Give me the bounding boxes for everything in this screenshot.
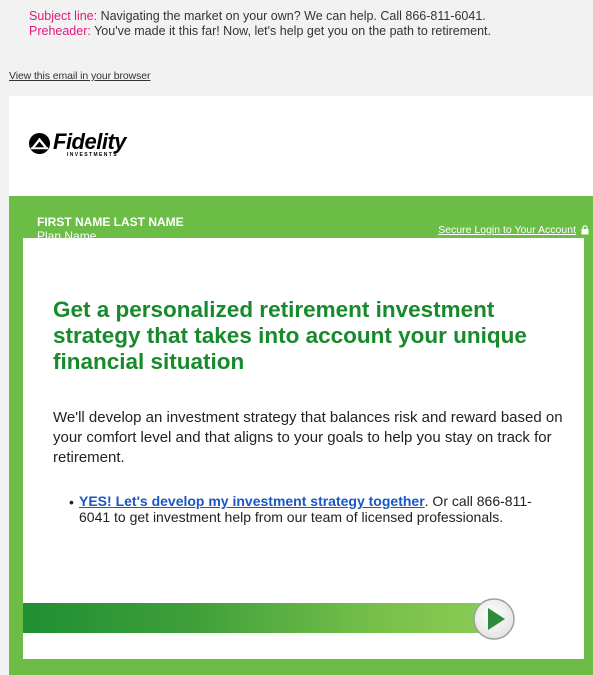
- subject-line: Subject line: Navigating the market on y…: [29, 9, 589, 24]
- bullet-dot: •: [69, 494, 74, 510]
- preheader-label: Preheader:: [29, 24, 91, 38]
- subject-label: Subject line:: [29, 9, 98, 23]
- cta-list-item: • YES! Let's develop my investment strat…: [69, 493, 559, 525]
- gradient-bar: [23, 603, 499, 633]
- preheader-line: Preheader: You've made it this far! Now,…: [29, 24, 589, 39]
- logo-brand: Fidelity: [53, 129, 127, 154]
- body-paragraph: We'll develop an investment strategy tha…: [53, 409, 563, 466]
- subject-text: Navigating the market on your own? We ca…: [97, 9, 486, 23]
- recipient-name: FIRST NAME LAST NAME: [37, 215, 184, 229]
- logo-wordmark: Fidelity INVESTMENTS: [53, 129, 127, 159]
- headline: Get a personalized retirement investment…: [53, 297, 527, 374]
- logo-area: Fidelity INVESTMENTS: [9, 96, 593, 196]
- secure-login-link[interactable]: Secure Login to Your Account: [438, 224, 576, 236]
- fidelity-logo[interactable]: Fidelity INVESTMENTS: [28, 129, 127, 159]
- content-panel: Get a personalized retirement investment…: [23, 238, 584, 659]
- preheader-text: You've made it this far! Now, let's help…: [90, 24, 492, 38]
- arrow-right-circle-icon[interactable]: [472, 597, 516, 641]
- secure-login[interactable]: Secure Login to Your Account: [438, 224, 589, 236]
- email-meta: Subject line: Navigating the market on y…: [29, 9, 589, 39]
- lock-icon: [581, 225, 589, 235]
- view-in-browser-link[interactable]: View this email in your browser: [9, 70, 151, 82]
- logo-sub: INVESTMENTS: [67, 152, 118, 158]
- fidelity-pyramid-icon: [28, 132, 51, 155]
- strategy-cta-link[interactable]: YES! Let's develop my investment strateg…: [79, 493, 425, 509]
- email-body-frame: FIRST NAME LAST NAME Plan Name Secure Lo…: [9, 196, 593, 675]
